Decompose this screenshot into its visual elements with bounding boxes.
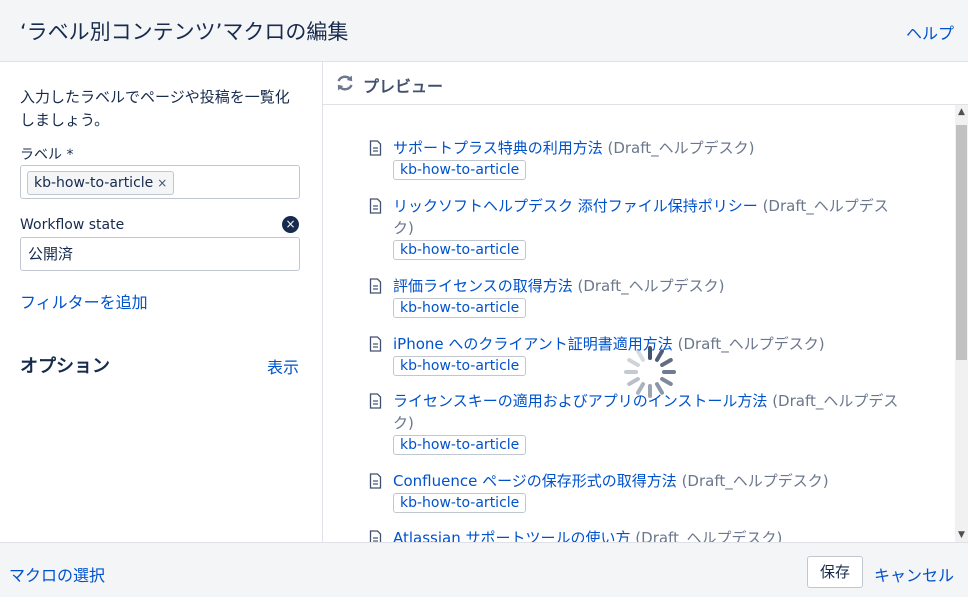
add-filter-link[interactable]: フィルターを追加	[20, 289, 148, 313]
help-link[interactable]: ヘルプ	[906, 20, 954, 44]
list-item: リックソフトヘルプデスク 添付ファイル保持ポリシー (Draft_ヘルプデスク)…	[369, 195, 909, 260]
scroll-up-icon[interactable]: ▲	[955, 105, 968, 119]
label-chip-text: kb-how-to-article	[34, 175, 154, 191]
page-link[interactable]: サポートプラス特典の利用方法	[393, 139, 603, 157]
page-icon	[369, 393, 382, 409]
macro-description: 入力したラベルでページや投稿を一覧化しましょう。	[20, 88, 290, 129]
macro-parameters-panel: 入力したラベルでページや投稿を一覧化しましょう。 ラベル * kb-how-to…	[0, 62, 323, 542]
label-tag[interactable]: kb-how-to-article	[393, 356, 527, 376]
page-icon	[369, 140, 382, 156]
list-item: Confluence ページの保存形式の取得方法 (Draft_ヘルプデスク) …	[369, 470, 909, 513]
page-link[interactable]: ライセンスキーの適用およびアプリのインストール方法	[393, 392, 767, 410]
dialog-title: ‘ラベル別コンテンツ’マクロの編集	[20, 20, 349, 44]
list-item: サポートプラス特典の利用方法 (Draft_ヘルプデスク) kb-how-to-…	[369, 137, 909, 180]
remove-chip-icon[interactable]: ×	[157, 176, 167, 190]
options-show-link[interactable]: 表示	[267, 354, 299, 378]
save-button[interactable]: 保存	[807, 556, 863, 588]
cancel-button[interactable]: キャンセル	[874, 562, 954, 586]
label-tag[interactable]: kb-how-to-article	[393, 160, 527, 180]
loading-spinner-icon	[624, 346, 676, 398]
space-name: (Draft_ヘルプデスク)	[607, 139, 755, 157]
clear-workflow-icon[interactable]: ×	[282, 216, 299, 233]
dialog-header: ‘ラベル別コンテンツ’マクロの編集 ヘルプ	[0, 0, 968, 62]
page-icon	[369, 336, 382, 352]
options-heading: オプション	[20, 356, 110, 377]
label-input[interactable]: kb-how-to-article ×	[20, 165, 300, 199]
page-icon	[369, 278, 382, 294]
label-tag[interactable]: kb-how-to-article	[393, 493, 527, 513]
select-macro-link[interactable]: マクロの選択	[9, 562, 105, 586]
page-link[interactable]: リックソフトヘルプデスク 添付ファイル保持ポリシー	[393, 197, 758, 215]
workflow-state-label: Workflow state	[20, 217, 125, 233]
page-link[interactable]: Confluence ページの保存形式の取得方法	[393, 472, 677, 490]
label-tag[interactable]: kb-how-to-article	[393, 435, 527, 455]
label-chip: kb-how-to-article ×	[27, 171, 175, 195]
preview-title: プレビュー	[363, 77, 444, 96]
page-link[interactable]: 評価ライセンスの取得方法	[393, 277, 573, 295]
dialog-footer: マクロの選択 保存 キャンセル	[0, 542, 968, 597]
label-field-label: ラベル *	[20, 147, 74, 163]
refresh-icon[interactable]	[335, 73, 355, 93]
preview-header: プレビュー	[323, 62, 968, 105]
preview-scrollbar[interactable]: ▲ ▼	[955, 105, 968, 542]
scrollbar-thumb[interactable]	[956, 125, 967, 360]
space-name: (Draft_ヘルプデスク)	[577, 277, 725, 295]
space-name: (Draft_ヘルプデスク)	[635, 529, 783, 542]
list-item: 評価ライセンスの取得方法 (Draft_ヘルプデスク) kb-how-to-ar…	[369, 275, 909, 318]
label-tag[interactable]: kb-how-to-article	[393, 298, 527, 318]
space-name: (Draft_ヘルプデスク)	[677, 335, 825, 353]
page-icon	[369, 530, 382, 542]
label-tag[interactable]: kb-how-to-article	[393, 240, 527, 260]
preview-content: サポートプラス特典の利用方法 (Draft_ヘルプデスク) kb-how-to-…	[323, 105, 953, 542]
workflow-state-select[interactable]: 公開済	[20, 237, 300, 271]
page-link[interactable]: Atlassian サポートツールの使い方	[393, 529, 631, 542]
space-name: (Draft_ヘルプデスク)	[681, 472, 829, 490]
preview-panel: プレビュー サポートプラス特典の利用方法 (Draft_ヘルプデスク) kb-h…	[323, 62, 968, 542]
page-icon	[369, 473, 382, 489]
page-icon	[369, 198, 382, 214]
list-item: Atlassian サポートツールの使い方 (Draft_ヘルプデスク)	[369, 527, 909, 542]
scroll-down-icon[interactable]: ▼	[955, 528, 968, 542]
